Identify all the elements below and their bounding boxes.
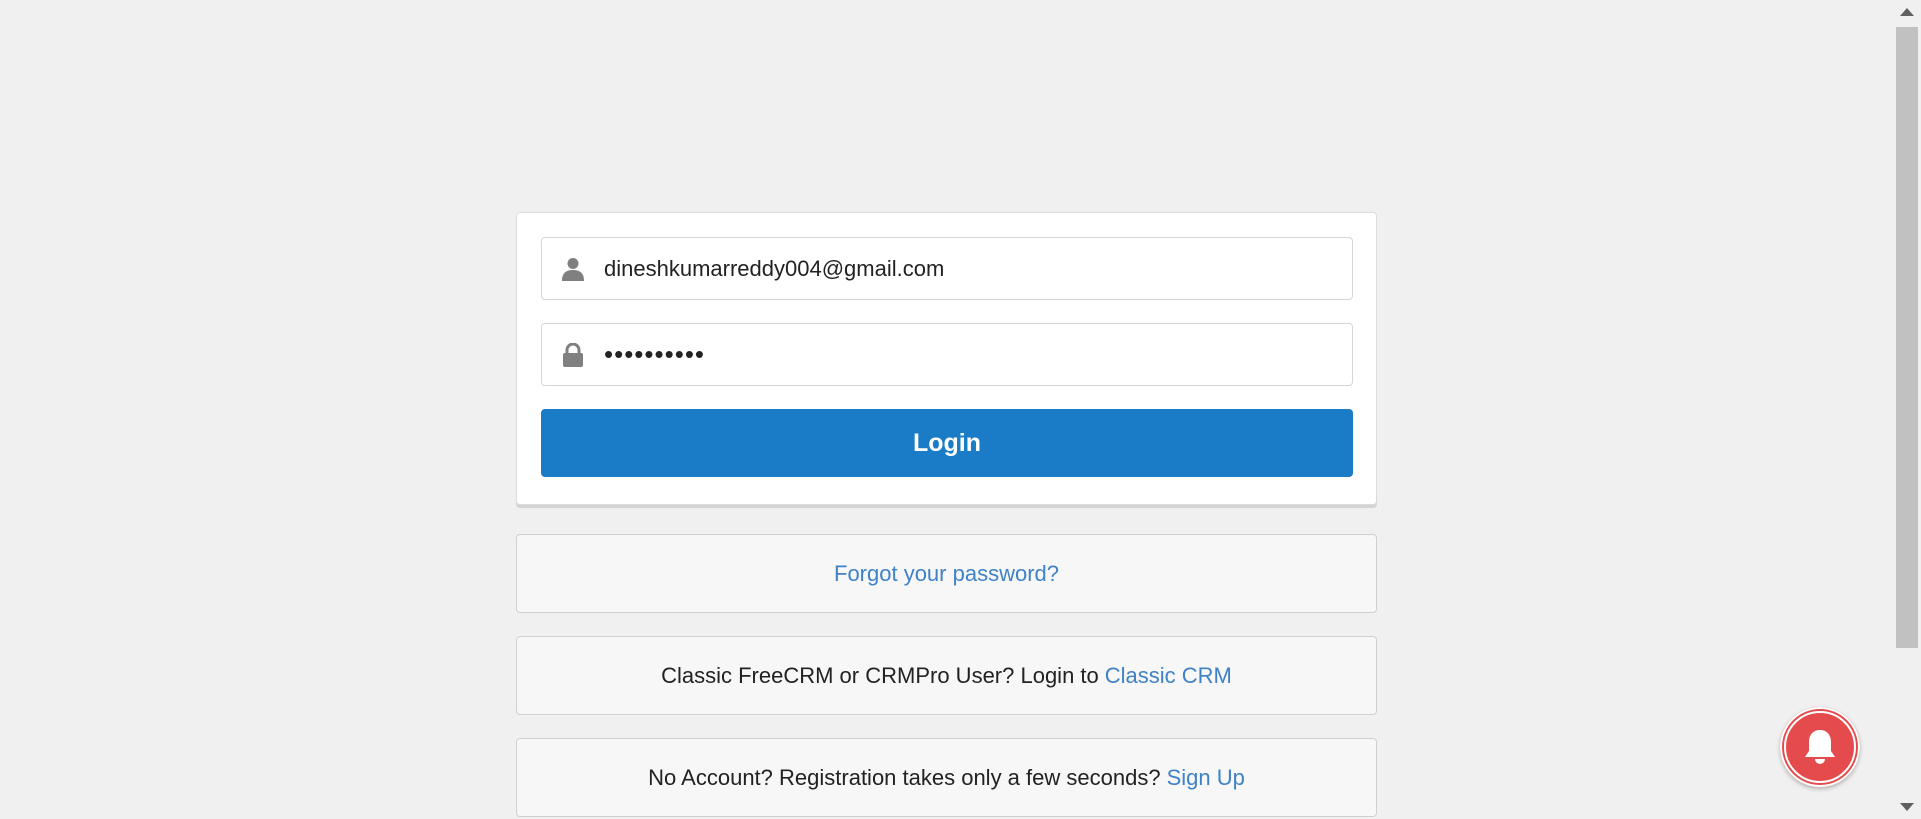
signup-box: No Account? Registration takes only a fe… [516,738,1377,817]
vertical-scrollbar[interactable] [1893,0,1921,819]
login-page: dineshkumarreddy004@gmail.com ••••••••••… [0,0,1921,819]
classic-crm-text: Classic FreeCRM or CRMPro User? Login to [661,662,1099,688]
scroll-up-icon[interactable] [1900,8,1914,16]
lock-icon [542,324,604,385]
bell-icon [1802,728,1838,766]
notification-button[interactable] [1780,707,1860,787]
forgot-password-box: Forgot your password? [516,534,1377,613]
login-form: dineshkumarreddy004@gmail.com ••••••••••… [516,212,1377,505]
classic-crm-box: Classic FreeCRM or CRMPro User? Login to… [516,636,1377,715]
password-field[interactable]: •••••••••• [541,323,1353,386]
password-value: •••••••••• [604,339,706,369]
login-button[interactable]: Login [541,409,1353,477]
scrollbar-thumb[interactable] [1896,27,1918,648]
email-field[interactable]: dineshkumarreddy004@gmail.com [541,237,1353,300]
signup-text: No Account? Registration takes only a fe… [648,764,1161,790]
user-icon [542,238,604,299]
email-value: dineshkumarreddy004@gmail.com [604,255,945,281]
signup-link[interactable]: Sign Up [1167,765,1245,791]
forgot-password-link[interactable]: Forgot your password? [834,561,1059,587]
classic-crm-link[interactable]: Classic CRM [1105,663,1232,689]
scroll-down-icon[interactable] [1900,803,1914,811]
